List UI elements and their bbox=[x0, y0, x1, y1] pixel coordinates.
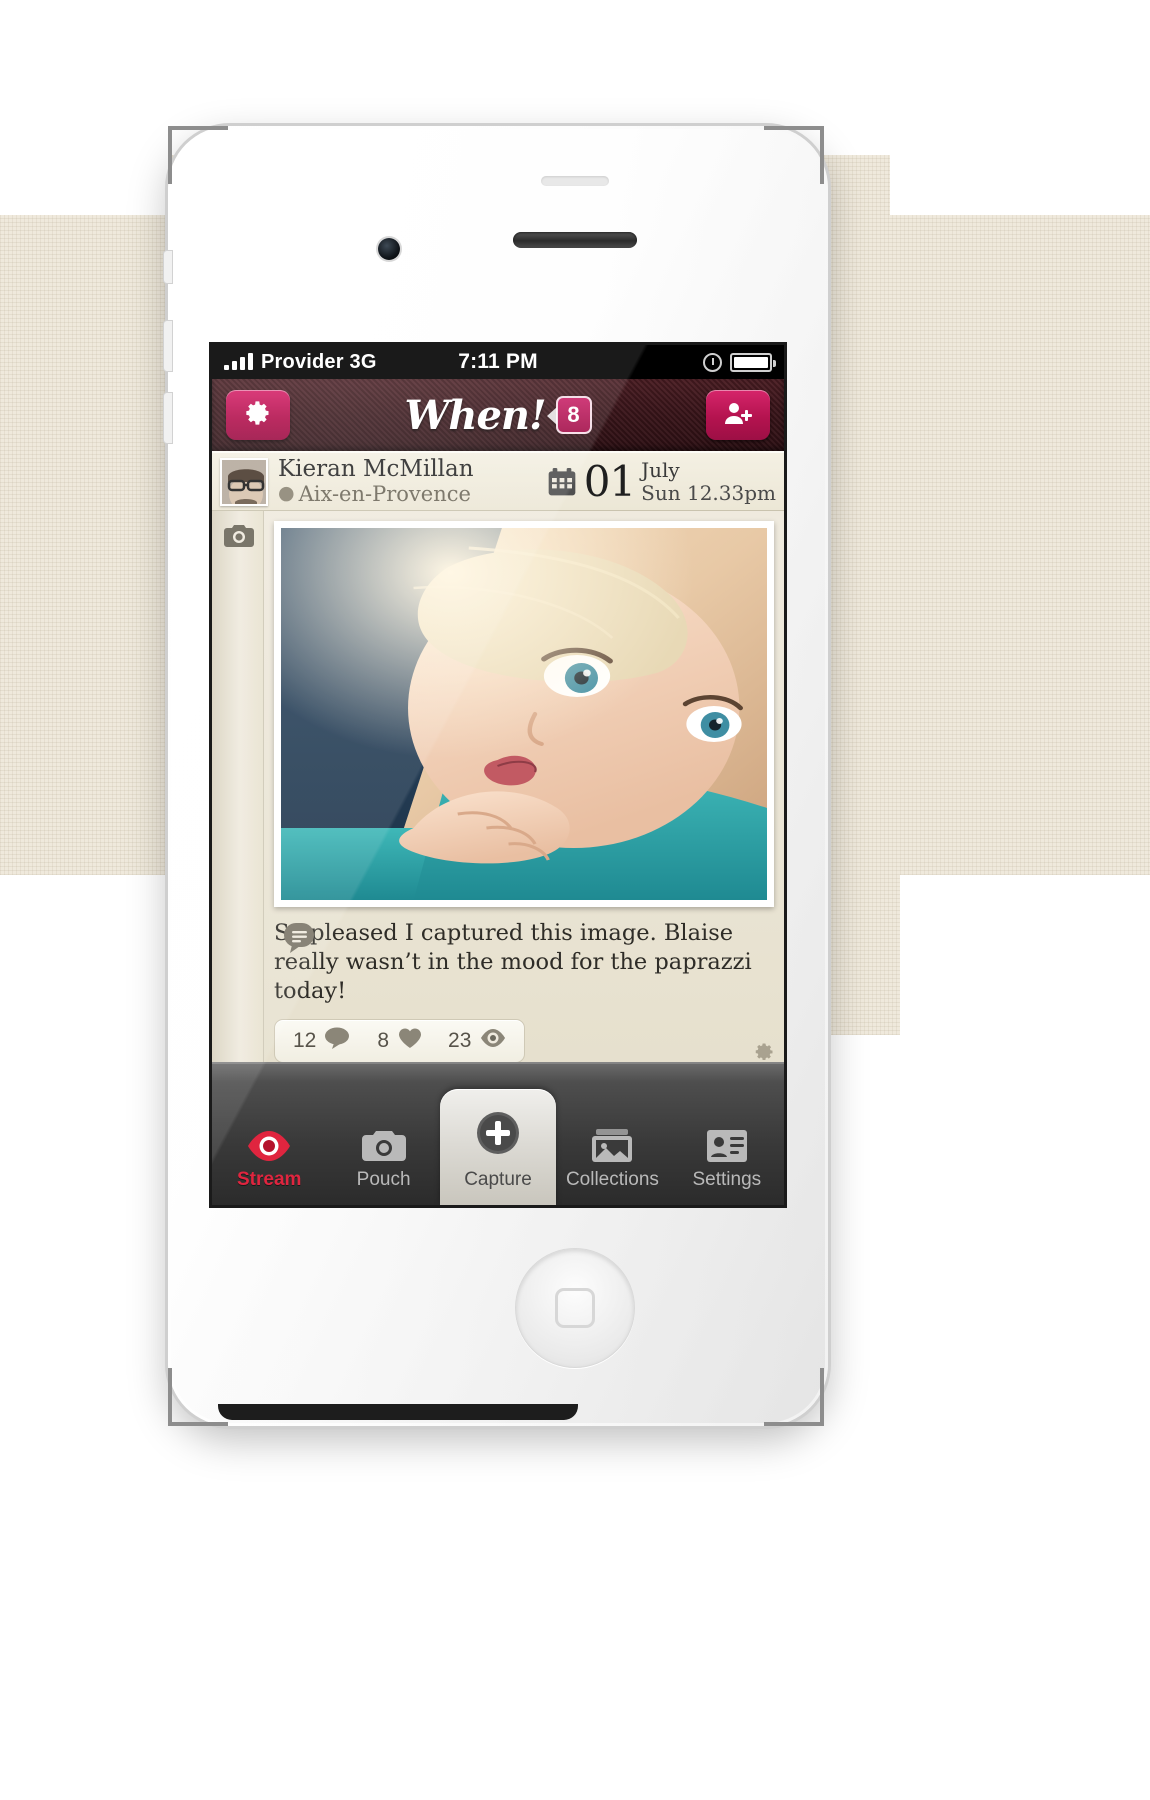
status-bar-right bbox=[703, 352, 776, 372]
comment-bubble-icon bbox=[325, 1027, 351, 1055]
earpiece-slot bbox=[541, 176, 609, 186]
post-location-label: Aix-en-Provence bbox=[298, 481, 471, 506]
phone-bottom-bezel bbox=[218, 1404, 578, 1420]
eye-icon bbox=[247, 1119, 291, 1163]
post-options-gear-icon[interactable] bbox=[752, 1040, 776, 1062]
eye-icon bbox=[480, 1027, 506, 1055]
stat-likes[interactable]: 8 bbox=[377, 1027, 422, 1055]
crop-mark bbox=[168, 126, 172, 184]
post-body: So pleased I captured this image. Blaise… bbox=[212, 511, 784, 1062]
add-person-icon bbox=[723, 400, 753, 431]
front-camera bbox=[378, 238, 400, 260]
stat-views[interactable]: 23 bbox=[448, 1027, 506, 1055]
tab-settings-label: Settings bbox=[692, 1169, 762, 1190]
tab-stream[interactable]: Stream bbox=[212, 1062, 326, 1205]
tab-capture[interactable]: Capture bbox=[440, 1062, 557, 1205]
calendar-icon bbox=[546, 466, 578, 498]
tab-capture-label: Capture bbox=[464, 1169, 532, 1190]
post-side-rail bbox=[212, 511, 264, 1062]
crop-mark bbox=[764, 1422, 824, 1426]
stat-comments-value: 12 bbox=[293, 1029, 317, 1053]
gear-icon bbox=[244, 399, 272, 432]
crop-mark bbox=[168, 1368, 172, 1426]
volume-down-button[interactable] bbox=[163, 392, 173, 444]
crop-mark bbox=[820, 1368, 824, 1426]
home-button[interactable] bbox=[515, 1248, 635, 1368]
list-settings-icon bbox=[705, 1119, 749, 1163]
post-header: Kieran McMillan ● Aix-en-Provence 01 Jul… bbox=[212, 451, 784, 511]
post-weekday-time: Sun 12.33pm bbox=[641, 480, 776, 505]
app-navigation-bar: When! 8 bbox=[212, 379, 784, 451]
post-author-block: Kieran McMillan ● Aix-en-Provence bbox=[278, 457, 536, 505]
tab-pouch-label: Pouch bbox=[356, 1169, 411, 1190]
settings-button[interactable] bbox=[226, 390, 290, 440]
tab-collections[interactable]: Collections bbox=[555, 1062, 669, 1205]
post-time: 12.33pm bbox=[686, 480, 776, 505]
app-title: When! bbox=[404, 391, 546, 439]
heart-icon bbox=[398, 1027, 422, 1055]
post-stats-bar[interactable]: 12 8 23 bbox=[274, 1019, 526, 1062]
stat-comments[interactable]: 12 bbox=[293, 1027, 351, 1055]
comment-bubble-icon bbox=[284, 923, 318, 958]
post-author-name: Kieran McMillan bbox=[278, 457, 474, 482]
map-pin-icon: ● bbox=[278, 481, 295, 504]
backdrop-mask-bottom-left bbox=[0, 875, 168, 1035]
post-date-block: 01 July Sun 12.33pm bbox=[546, 459, 778, 504]
status-bar-time: 7:11 PM bbox=[458, 350, 538, 373]
silent-switch[interactable] bbox=[163, 250, 173, 284]
crop-mark bbox=[168, 1422, 228, 1426]
post-date-detail: July Sun 12.33pm bbox=[641, 459, 776, 504]
stream-feed[interactable]: Kieran McMillan ● Aix-en-Provence 01 Jul… bbox=[212, 451, 784, 1062]
backdrop-mask-top-right bbox=[890, 155, 1150, 215]
post-caption: So pleased I captured this image. Blaise… bbox=[274, 920, 752, 1004]
stat-likes-value: 8 bbox=[377, 1029, 390, 1053]
crop-mark bbox=[764, 126, 824, 130]
post-weekday: Sun bbox=[641, 480, 681, 505]
tab-collections-label: Collections bbox=[565, 1169, 659, 1190]
tab-bar: Stream Pouch Capture Collections Setting… bbox=[212, 1062, 784, 1205]
status-bar: Provider 3G 7:11 PM bbox=[212, 345, 784, 379]
tab-stream-label: Stream bbox=[236, 1169, 302, 1190]
tab-pouch[interactable]: Pouch bbox=[326, 1062, 440, 1205]
stat-views-value: 23 bbox=[448, 1029, 472, 1053]
plus-circle-icon bbox=[474, 1109, 522, 1163]
phone-screen: Provider 3G 7:11 PM When! 8 Kieran McMil… bbox=[212, 345, 784, 1205]
camera-icon bbox=[224, 523, 254, 554]
post-month: July bbox=[641, 458, 680, 483]
avatar[interactable] bbox=[220, 457, 268, 506]
app-logo-group: When! 8 bbox=[404, 391, 592, 439]
home-square-icon bbox=[555, 1288, 595, 1328]
crop-mark bbox=[168, 126, 228, 130]
post-photo[interactable] bbox=[281, 528, 767, 900]
alarm-clock-icon bbox=[703, 352, 722, 372]
notification-badge[interactable]: 8 bbox=[546, 396, 592, 434]
post-item[interactable]: Kieran McMillan ● Aix-en-Provence 01 Jul… bbox=[212, 451, 784, 1062]
tab-settings[interactable]: Settings bbox=[670, 1062, 784, 1205]
images-icon bbox=[590, 1119, 634, 1163]
earpiece-speaker bbox=[513, 232, 637, 248]
backdrop-mask-top-left bbox=[0, 155, 168, 215]
volume-up-button[interactable] bbox=[163, 320, 173, 372]
camera-icon bbox=[361, 1119, 406, 1163]
add-friend-button[interactable] bbox=[706, 390, 770, 440]
backdrop-mask-bottom-right bbox=[900, 875, 1150, 1035]
crop-mark bbox=[820, 126, 824, 184]
capture-inner: Capture bbox=[464, 1109, 532, 1191]
battery-full-icon bbox=[730, 352, 776, 372]
post-day-number: 01 bbox=[583, 456, 636, 506]
post-photo-frame[interactable] bbox=[274, 521, 774, 907]
post-location: ● Aix-en-Provence bbox=[278, 482, 536, 506]
